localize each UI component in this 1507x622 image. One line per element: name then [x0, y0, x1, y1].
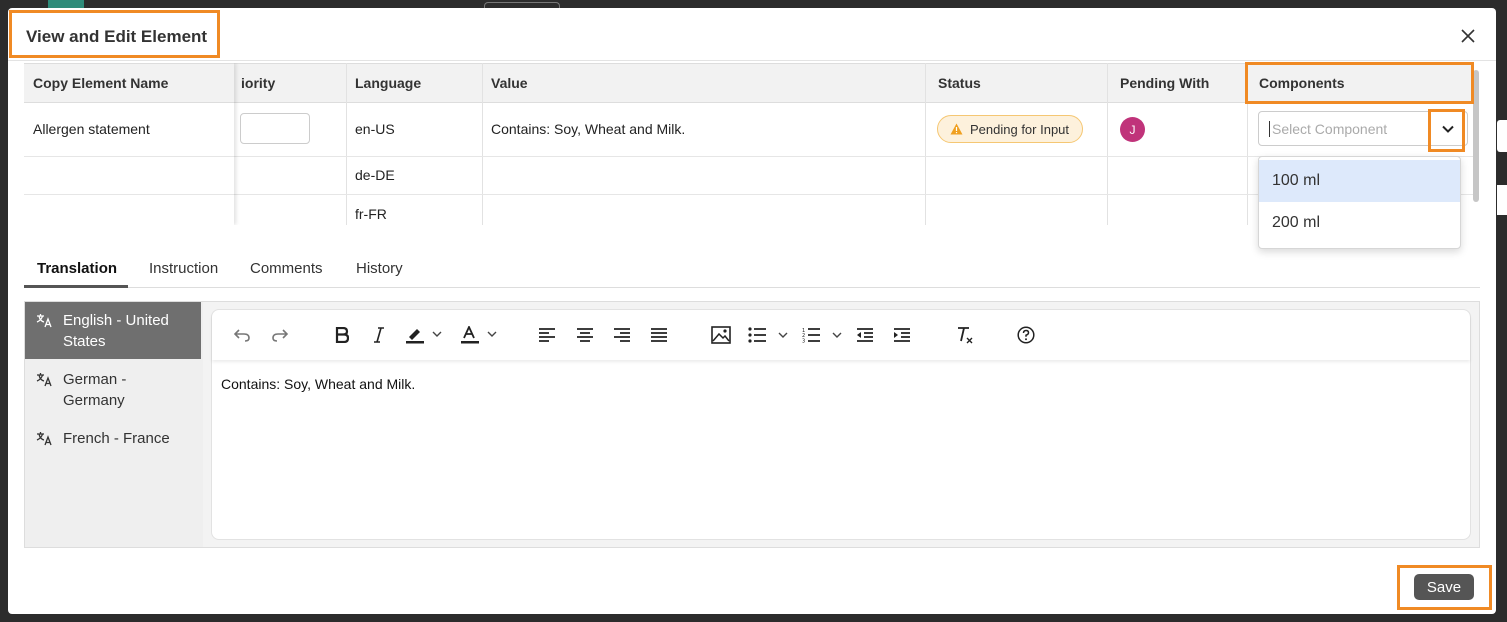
priority-input[interactable] — [240, 113, 310, 144]
rich-text-editor: 123 Contains: Soy, Wheat and Milk. — [211, 309, 1471, 540]
column-header-pending-with[interactable]: Pending With — [1111, 63, 1241, 103]
translation-panel: English - United States German - Germany… — [24, 301, 1480, 548]
translate-icon — [25, 428, 63, 458]
bold-icon[interactable] — [332, 324, 352, 346]
dropdown-option[interactable]: 100 ml — [1259, 160, 1460, 202]
element-name-cell: Allergen statement — [33, 121, 150, 137]
outdent-icon[interactable] — [854, 324, 876, 346]
language-list: English - United States German - Germany… — [25, 302, 203, 547]
language-label: French - France — [63, 430, 170, 447]
indent-icon[interactable] — [891, 324, 913, 346]
save-button[interactable]: Save — [1414, 574, 1474, 600]
row-divider — [24, 156, 234, 157]
column-header-language[interactable]: Language — [346, 63, 476, 103]
language-cell: en-US — [355, 121, 395, 137]
editor-content[interactable]: Contains: Soy, Wheat and Milk. — [221, 376, 415, 392]
numbered-list-icon[interactable]: 123 — [802, 324, 846, 346]
component-select-placeholder: Select Component — [1269, 121, 1387, 137]
chevron-down-icon[interactable] — [1429, 112, 1467, 145]
tab-instruction[interactable]: Instruction — [149, 260, 218, 277]
column-header-name[interactable]: Copy Element Name — [24, 63, 234, 103]
column-divider — [925, 63, 926, 225]
help-icon[interactable] — [1015, 324, 1037, 346]
translate-icon — [25, 369, 63, 419]
tab-history[interactable]: History — [356, 260, 403, 277]
sticky-name-column: Copy Element Name Allergen statement — [24, 63, 234, 225]
edit-element-dialog: View and Edit Element iority Language Va… — [8, 8, 1496, 614]
language-cell: fr-FR — [355, 206, 387, 222]
column-divider — [1107, 63, 1108, 225]
language-label: German - Germany — [63, 371, 127, 409]
font-color-icon[interactable] — [459, 324, 503, 346]
component-select[interactable]: Select Component — [1258, 111, 1468, 146]
backdrop-side-tab — [1497, 120, 1507, 152]
align-center-icon[interactable] — [575, 324, 595, 346]
vertical-scrollbar[interactable] — [1473, 70, 1479, 202]
translate-icon — [25, 310, 63, 359]
justify-icon[interactable] — [649, 324, 669, 346]
component-dropdown: 100 ml 200 ml — [1258, 156, 1461, 249]
backdrop-side-tab — [1497, 185, 1507, 215]
row-divider — [24, 194, 1474, 195]
svg-text:3: 3 — [802, 339, 805, 344]
highlight-icon[interactable] — [404, 324, 448, 346]
column-header-status[interactable]: Status — [929, 63, 1099, 103]
italic-icon[interactable] — [369, 324, 389, 346]
tab-translation[interactable]: Translation — [37, 260, 117, 277]
status-text: Pending for Input — [970, 121, 1070, 137]
elements-table: iority Language Value Status Pending Wit… — [24, 63, 1474, 225]
warning-icon — [950, 123, 963, 135]
detail-tabs: Translation Instruction Comments History — [24, 256, 1480, 288]
column-header-value[interactable]: Value — [482, 63, 882, 103]
column-header-components[interactable]: Components — [1250, 63, 1450, 103]
undo-icon[interactable] — [232, 324, 252, 346]
row-divider — [24, 156, 1474, 157]
redo-icon[interactable] — [270, 324, 290, 346]
align-right-icon[interactable] — [612, 324, 632, 346]
header-divider — [8, 60, 1496, 61]
dialog-title: View and Edit Element — [26, 27, 208, 46]
language-item-en-us[interactable]: English - United States — [25, 302, 201, 359]
row-divider — [24, 194, 234, 195]
language-cell: de-DE — [355, 167, 395, 183]
column-header-priority[interactable]: iority — [232, 63, 342, 103]
value-cell: Contains: Soy, Wheat and Milk. — [491, 121, 686, 137]
avatar[interactable]: J — [1120, 117, 1145, 142]
language-item-de-de[interactable]: German - Germany — [25, 369, 201, 419]
editor-toolbar: 123 — [212, 310, 1470, 360]
clear-format-icon[interactable] — [954, 324, 976, 346]
align-left-icon[interactable] — [537, 324, 557, 346]
column-divider — [1247, 63, 1248, 225]
language-item-fr-fr[interactable]: French - France — [25, 428, 201, 458]
active-tab-indicator — [24, 285, 128, 288]
dropdown-option[interactable]: 200 ml — [1259, 202, 1460, 244]
language-label: English - United States — [63, 312, 169, 350]
image-icon[interactable] — [710, 324, 732, 346]
close-icon[interactable] — [1458, 26, 1478, 46]
status-badge: Pending for Input — [937, 115, 1084, 143]
backdrop-app-logo — [48, 0, 84, 8]
bullet-list-icon[interactable] — [748, 324, 792, 346]
tab-comments[interactable]: Comments — [250, 260, 323, 277]
